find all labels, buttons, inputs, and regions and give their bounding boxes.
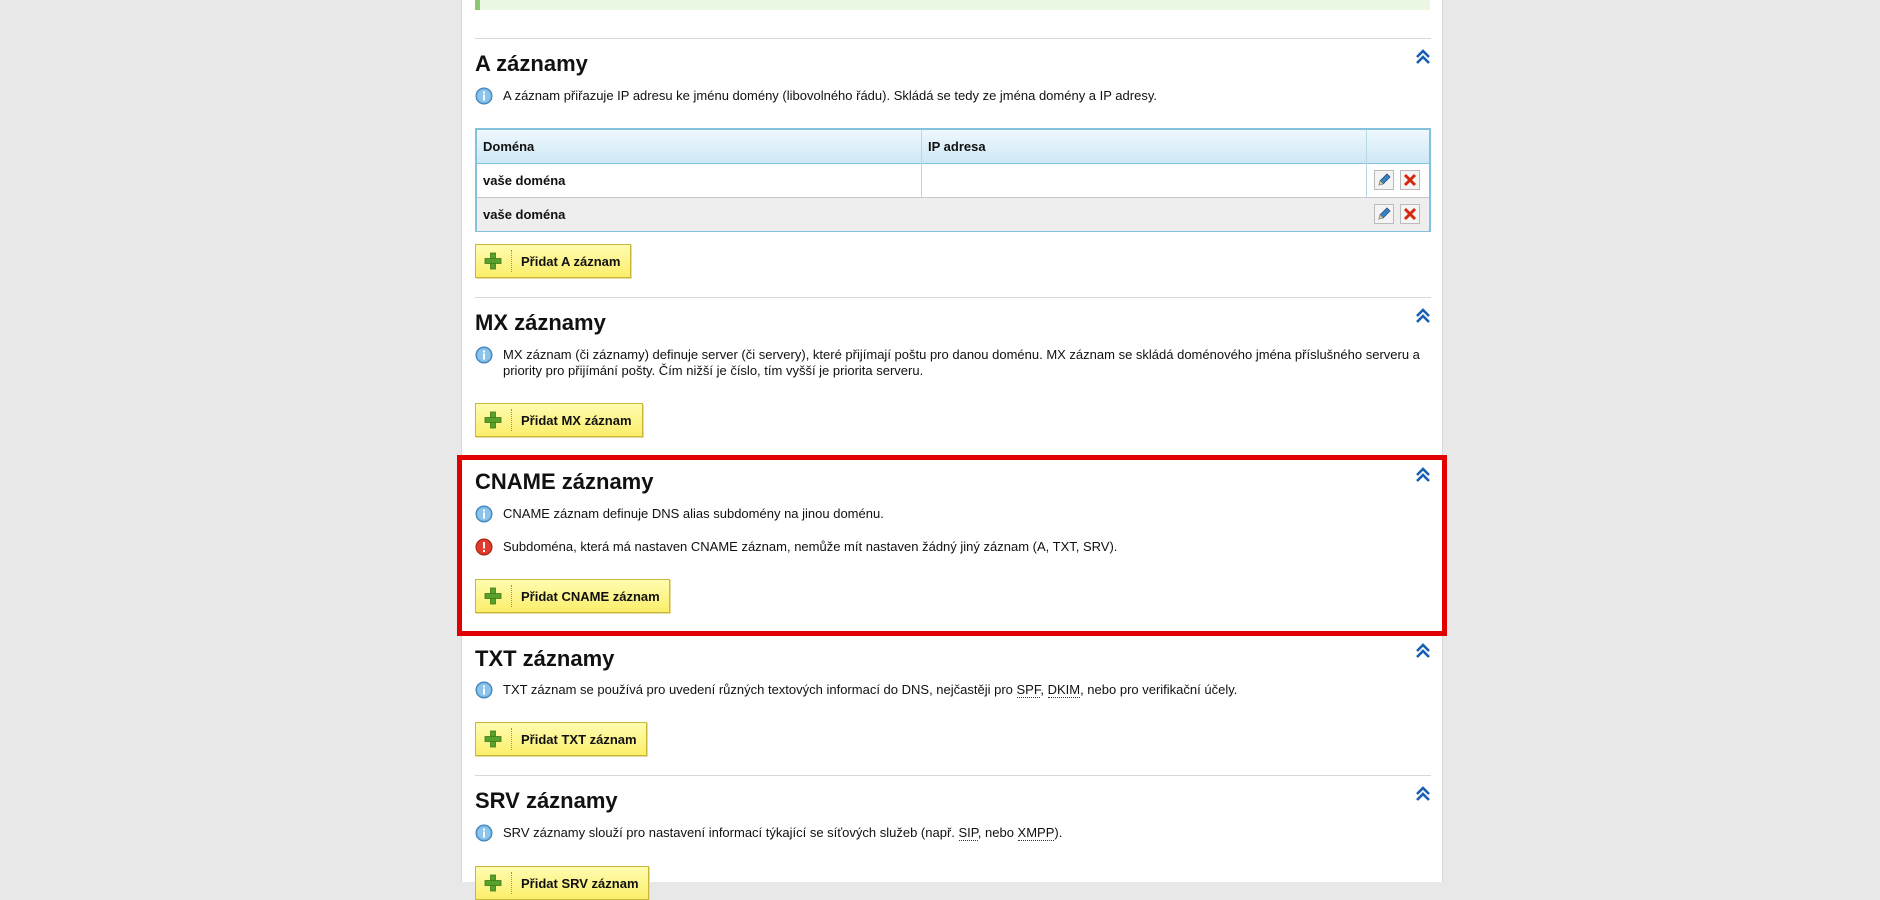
- info-text-part: ,: [1040, 682, 1048, 697]
- info-text: MX záznam (či záznamy) definuje server (…: [503, 347, 1420, 378]
- double-chevron-up-icon[interactable]: [1415, 786, 1431, 802]
- button-label: Přidat A záznam: [521, 254, 621, 269]
- main-content: A záznamy A záznam přiřazuje IP adresu k…: [461, 0, 1443, 900]
- info-icon: [475, 346, 493, 364]
- button-label: Přidat MX záznam: [521, 413, 632, 428]
- info-icon: [475, 824, 493, 842]
- button-separator: [511, 250, 512, 272]
- button-label: Přidat CNAME záznam: [521, 589, 660, 604]
- warning-text: Subdoména, která má nastaven CNAME zázna…: [503, 539, 1118, 554]
- button-separator: [511, 585, 512, 607]
- double-chevron-up-icon[interactable]: [1415, 467, 1431, 483]
- info-text-part: SRV záznamy slouží pro nastavení informa…: [503, 825, 959, 840]
- domain-cell: vaše doména: [483, 207, 566, 222]
- info-icon: [475, 505, 493, 523]
- info-text-part: , nebo: [977, 825, 1018, 840]
- add-a-record-button[interactable]: Přidat A záznam: [475, 244, 631, 278]
- double-chevron-up-icon[interactable]: [1415, 308, 1431, 324]
- table-row: vaše doména: [477, 164, 1429, 197]
- section-cname-records: CNAME záznamy CNAME záznam definuje DNS …: [475, 457, 1431, 627]
- section-srv-records: SRV záznamy SRV záznamy slouží pro nasta…: [475, 775, 1431, 900]
- success-message-bar: [475, 0, 1430, 10]
- info-text-part: , nebo pro verifikační účely.: [1080, 682, 1238, 697]
- info-icon: [475, 87, 493, 105]
- domain-cell: vaše doména: [483, 173, 566, 188]
- button-separator: [511, 728, 512, 750]
- double-chevron-up-icon[interactable]: [1415, 49, 1431, 65]
- pencil-icon[interactable]: [1374, 170, 1394, 190]
- section-txt-records: TXT záznamy TXT záznam se používá pro uv…: [475, 640, 1431, 775]
- button-separator: [511, 872, 512, 894]
- section-divider: [475, 775, 1431, 776]
- section-title: MX záznamy: [475, 310, 606, 335]
- add-txt-record-button[interactable]: Přidat TXT záznam: [475, 722, 647, 756]
- info-icon: [475, 681, 493, 699]
- button-separator: [511, 409, 512, 431]
- xmpp-abbreviation: XMPP: [1017, 825, 1055, 841]
- info-text: SRV záznamy slouží pro nastavení informa…: [503, 825, 1421, 841]
- add-mx-record-button[interactable]: Přidat MX záznam: [475, 403, 643, 437]
- warning-icon: [475, 538, 493, 556]
- info-text: A záznam přiřazuje IP adresu ke jménu do…: [503, 88, 1157, 103]
- pencil-icon[interactable]: [1374, 204, 1394, 224]
- add-cname-record-button[interactable]: Přidat CNAME záznam: [475, 579, 670, 613]
- section-title: TXT záznamy: [475, 646, 615, 671]
- spf-abbreviation: SPF: [1016, 682, 1041, 698]
- section-mx-records: MX záznamy MX záznam (či záznamy) definu…: [475, 297, 1431, 447]
- red-x-icon[interactable]: [1400, 170, 1420, 190]
- section-a-records: A záznamy A záznam přiřazuje IP adresu k…: [475, 38, 1431, 298]
- column-header-domain: Doména: [483, 139, 535, 154]
- table-row: vaše doména: [477, 198, 1429, 231]
- sip-abbreviation: SIP: [958, 825, 978, 841]
- green-plus-icon: [484, 411, 502, 429]
- button-label: Přidat TXT záznam: [521, 732, 637, 747]
- info-text-part: TXT záznam se používá pro uvedení různýc…: [503, 682, 1017, 697]
- green-plus-icon: [484, 587, 502, 605]
- column-header-ip: IP adresa: [928, 139, 986, 154]
- green-plus-icon: [484, 874, 502, 892]
- table-header: Doména IP adresa: [477, 130, 1429, 164]
- section-divider: [475, 297, 1431, 298]
- dkim-abbreviation: DKIM: [1047, 682, 1081, 698]
- double-chevron-up-icon[interactable]: [1415, 643, 1431, 659]
- add-srv-record-button[interactable]: Přidat SRV záznam: [475, 866, 649, 900]
- green-plus-icon: [484, 252, 502, 270]
- a-records-table: Doména IP adresa vaše doména vaše doména: [475, 128, 1431, 232]
- section-divider: [475, 38, 1431, 39]
- green-plus-icon: [484, 730, 502, 748]
- red-x-icon[interactable]: [1400, 204, 1420, 224]
- info-text-part: ).: [1054, 825, 1063, 840]
- section-title: A záznamy: [475, 51, 588, 76]
- section-title: SRV záznamy: [475, 788, 618, 813]
- button-label: Přidat SRV záznam: [521, 876, 639, 891]
- info-text: CNAME záznam definuje DNS alias subdomén…: [503, 506, 884, 521]
- info-text: TXT záznam se používá pro uvedení různýc…: [503, 682, 1421, 698]
- section-title: CNAME záznamy: [475, 469, 654, 494]
